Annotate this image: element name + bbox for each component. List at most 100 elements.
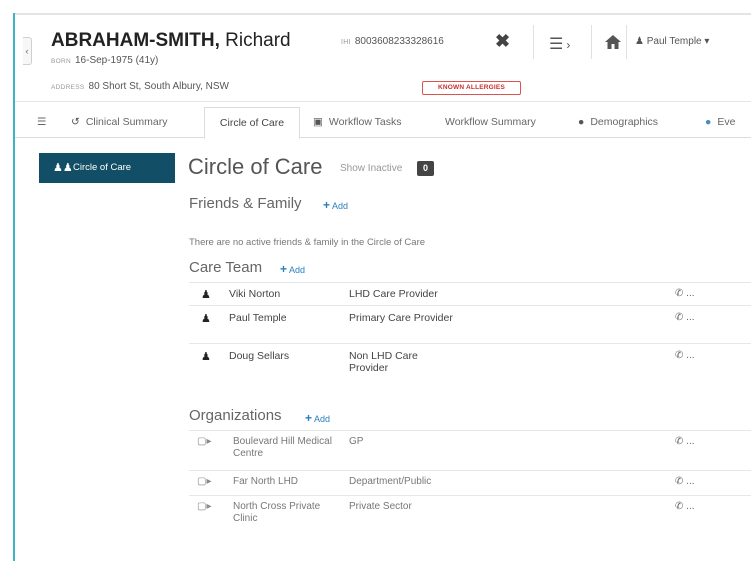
header-divider bbox=[533, 25, 534, 59]
patient-ihi: IHI 8003608233328616 bbox=[341, 36, 444, 47]
org-type: Private Sector bbox=[349, 501, 412, 512]
person-icon: ♟ bbox=[201, 289, 211, 301]
home-icon bbox=[605, 35, 621, 49]
home-button[interactable] bbox=[604, 33, 622, 51]
row-divider bbox=[189, 430, 751, 431]
member-phone[interactable]: ✆ ... bbox=[675, 312, 695, 323]
add-label: Add bbox=[332, 201, 349, 211]
header-divider bbox=[626, 25, 627, 59]
page-title: Circle of Care bbox=[188, 154, 323, 179]
tab-circle-of-care[interactable]: Circle of Care bbox=[204, 107, 300, 139]
org-phone[interactable]: ✆ ... bbox=[675, 476, 695, 487]
globe-icon: ● bbox=[705, 116, 712, 128]
tab-workflow-tasks[interactable]: ▣ Workflow Tasks bbox=[313, 107, 401, 137]
member-phone[interactable]: ✆ ... bbox=[675, 350, 695, 361]
tab-demographics[interactable]: ● Demographics bbox=[578, 107, 658, 137]
organization-row[interactable]: ▢▸ North Cross Private Clinic Private Se… bbox=[189, 501, 751, 531]
patient-banner: ‹ ABRAHAM-SMITH, Richard BORN 16-Sep-1975… bbox=[15, 15, 751, 102]
ihi-value: 8003608233328616 bbox=[354, 36, 444, 47]
org-type: Department/Public bbox=[349, 476, 432, 487]
plus-icon: + bbox=[280, 262, 288, 276]
tab-label: Eve bbox=[717, 116, 736, 128]
tab-bar: ☰ ↺ Clinical Summary Circle of Care ▣ Work… bbox=[15, 107, 751, 139]
phone-icon: ✆ bbox=[675, 476, 684, 487]
row-divider bbox=[189, 305, 751, 306]
member-role: LHD Care Provider bbox=[349, 288, 438, 300]
phone-icon: ✆ bbox=[675, 312, 684, 323]
hamburger-icon: ☰ bbox=[37, 116, 47, 128]
ihi-label: IHI bbox=[341, 39, 351, 46]
close-patient-button[interactable]: ✖ bbox=[495, 31, 511, 51]
care-team-row[interactable]: ♟ Viki Norton LHD Care Provider ✆ ... bbox=[189, 288, 751, 306]
phone-icon: ✆ bbox=[675, 288, 684, 299]
building-icon: ▢▸ bbox=[197, 476, 212, 487]
list-icon: ☰ bbox=[549, 36, 564, 53]
user-menu[interactable]: ♟ Paul Temple ▾ bbox=[635, 36, 709, 47]
patient-list-button[interactable]: ☰ › bbox=[549, 34, 570, 54]
building-icon: ▢▸ bbox=[197, 436, 212, 447]
sidebar-item-label: Circle of Care bbox=[73, 162, 132, 173]
user-icon: ♟ bbox=[635, 36, 644, 47]
org-phone[interactable]: ✆ ... bbox=[675, 501, 695, 512]
org-phone[interactable]: ✆ ... bbox=[675, 436, 695, 447]
care-team-heading: Care Team bbox=[189, 259, 263, 276]
phone-icon: ✆ bbox=[675, 436, 684, 447]
friends-family-heading: Friends & Family bbox=[189, 195, 302, 212]
add-label: Add bbox=[314, 414, 331, 424]
member-role: Primary Care Provider bbox=[349, 312, 453, 324]
address-label: ADDRESS bbox=[51, 84, 85, 91]
born-label: BORN bbox=[51, 58, 71, 65]
phone-icon: ✆ bbox=[675, 501, 684, 512]
collapse-panel-handle[interactable]: ‹ bbox=[23, 37, 32, 65]
member-name: Viki Norton bbox=[229, 288, 281, 300]
org-type: GP bbox=[349, 436, 364, 447]
row-divider bbox=[189, 495, 751, 496]
org-name: Boulevard Hill Medical Centre bbox=[233, 436, 332, 459]
friends-empty-message: There are no active friends & family in … bbox=[189, 237, 426, 248]
row-divider bbox=[189, 282, 751, 283]
organization-row[interactable]: ▢▸ Boulevard Hill Medical Centre GP ✆ ..… bbox=[189, 436, 751, 466]
patient-name: ABRAHAM-SMITH, Richard bbox=[51, 30, 291, 52]
row-divider bbox=[189, 343, 751, 344]
history-icon: ↺ bbox=[71, 116, 80, 128]
member-phone[interactable]: ✆ ... bbox=[675, 288, 695, 299]
row-divider bbox=[189, 470, 751, 471]
tab-label: Workflow Summary bbox=[445, 116, 536, 128]
add-friend-button[interactable]: + Add bbox=[323, 198, 348, 212]
org-name: Far North LHD bbox=[233, 476, 299, 487]
tab-events[interactable]: ● Eve bbox=[705, 107, 735, 137]
building-icon: ▢▸ bbox=[197, 501, 212, 512]
organization-row[interactable]: ▢▸ Far North LHD Department/Public ✆ ... bbox=[189, 476, 751, 492]
member-name: Doug Sellars bbox=[229, 350, 290, 362]
caret-down-icon: ▾ bbox=[704, 36, 710, 47]
header-divider bbox=[591, 25, 592, 59]
show-inactive-label[interactable]: Show Inactive bbox=[340, 163, 402, 174]
tab-menu-toggle[interactable]: ☰ bbox=[37, 107, 46, 137]
tasks-icon: ▣ bbox=[313, 116, 323, 128]
phone-icon: ✆ bbox=[675, 350, 684, 361]
tab-clinical-summary[interactable]: ↺ Clinical Summary bbox=[71, 107, 168, 137]
close-icon: ✖ bbox=[495, 31, 511, 51]
tab-workflow-summary[interactable]: Workflow Summary bbox=[445, 107, 536, 137]
add-organization-button[interactable]: + Add bbox=[305, 411, 330, 425]
patient-dob: BORN 16-Sep-1975 (41y) bbox=[51, 55, 158, 66]
plus-icon: + bbox=[323, 198, 331, 212]
tab-label: Workflow Tasks bbox=[328, 116, 402, 128]
user-name: Paul Temple bbox=[646, 36, 702, 47]
app-window: ‹ ABRAHAM-SMITH, Richard BORN 16-Sep-1975… bbox=[15, 15, 751, 561]
care-team-row[interactable]: ♟ Doug Sellars Non LHD Care Provider ✆ .… bbox=[189, 350, 751, 378]
tab-label: Circle of Care bbox=[219, 117, 285, 129]
member-name: Paul Temple bbox=[229, 312, 287, 324]
patient-surname: ABRAHAM-SMITH, bbox=[51, 30, 220, 51]
member-role: Non LHD Care Provider bbox=[349, 350, 418, 374]
tab-label: Clinical Summary bbox=[85, 116, 168, 128]
address-value: 80 Short St, South Albury, NSW bbox=[88, 81, 229, 92]
add-label: Add bbox=[289, 265, 306, 275]
care-team-row[interactable]: ♟ Paul Temple Primary Care Provider ✆ ..… bbox=[189, 312, 751, 340]
known-allergies-badge[interactable]: KNOWN ALLERGIES bbox=[422, 81, 521, 95]
patient-address: ADDRESS 80 Short St, South Albury, NSW bbox=[51, 81, 229, 92]
add-care-team-button[interactable]: + Add bbox=[280, 262, 305, 276]
people-icon: ♟♟ bbox=[53, 162, 73, 174]
sidebar-item-circle-of-care[interactable]: ♟♟ Circle of Care bbox=[39, 153, 175, 183]
show-inactive-toggle[interactable]: 0 bbox=[417, 161, 434, 176]
